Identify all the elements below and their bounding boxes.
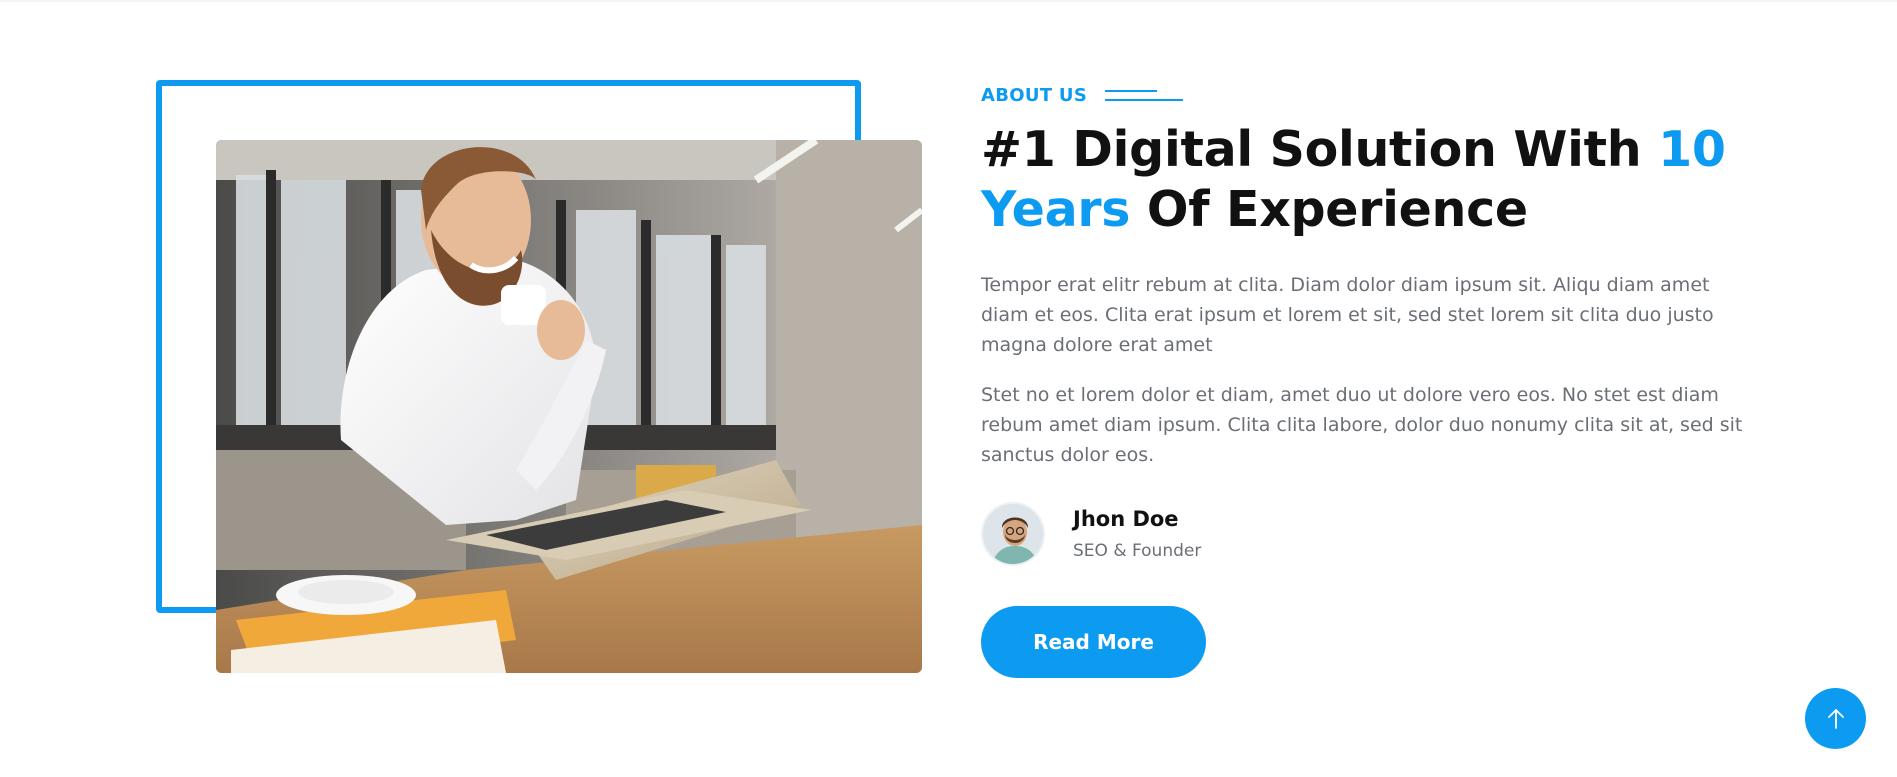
about-photo bbox=[216, 140, 922, 673]
heading-part-2: Of Experience bbox=[1130, 181, 1528, 238]
author-block: Jhon Doe SEO & Founder bbox=[981, 502, 1751, 566]
section-eyebrow: ABOUT US bbox=[981, 82, 1751, 108]
eyebrow-label: ABOUT US bbox=[981, 84, 1088, 106]
author-name: Jhon Doe bbox=[1073, 507, 1179, 531]
arrow-up-icon bbox=[1827, 708, 1844, 729]
eyebrow-decoration bbox=[1105, 88, 1184, 102]
author-role: SEO & Founder bbox=[1073, 541, 1202, 561]
read-more-button[interactable]: Read More bbox=[981, 606, 1206, 678]
top-divider bbox=[0, 0, 1897, 2]
section-heading: #1 Digital Solution With 10 Years Of Exp… bbox=[981, 120, 1751, 240]
avatar bbox=[981, 502, 1045, 566]
about-content: ABOUT US #1 Digital Solution With 10 Yea… bbox=[981, 82, 1751, 678]
intro-paragraph-1: Tempor erat elitr rebum at clita. Diam d… bbox=[981, 274, 1714, 356]
back-to-top-button[interactable] bbox=[1805, 688, 1866, 749]
author-meta: Jhon Doe SEO & Founder bbox=[1073, 507, 1201, 561]
heading-part-1: #1 Digital Solution With bbox=[981, 121, 1659, 178]
intro-paragraph-2: Stet no et lorem dolor et diam, amet duo… bbox=[981, 384, 1743, 466]
